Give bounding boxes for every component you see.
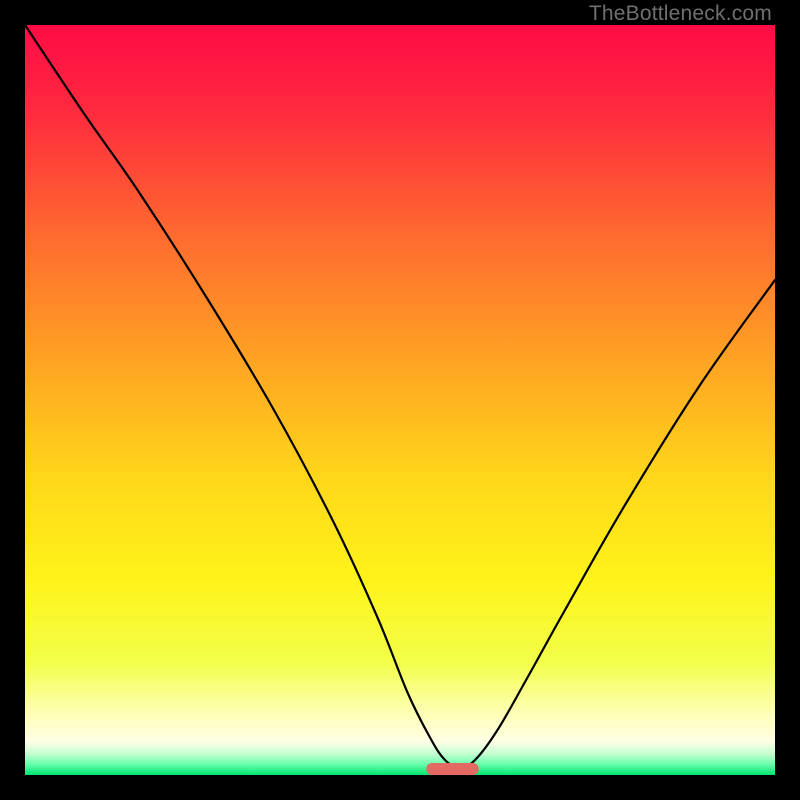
chart-frame <box>25 25 775 775</box>
watermark-label: TheBottleneck.com <box>589 2 772 26</box>
optimal-range-marker <box>426 763 479 775</box>
gradient-background <box>25 25 775 775</box>
bottleneck-chart <box>25 25 775 775</box>
